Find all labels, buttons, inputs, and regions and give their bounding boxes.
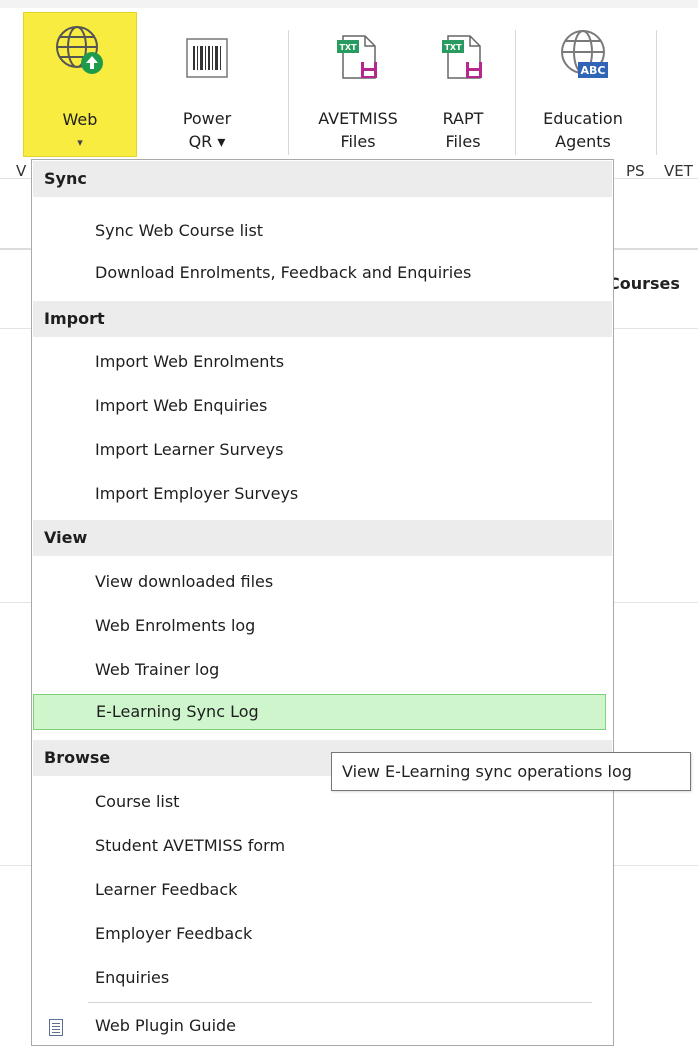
chevron-down-icon: ▾: [77, 136, 83, 149]
menu-section-view: View: [33, 520, 612, 556]
svg-text:TXT: TXT: [444, 43, 462, 52]
avetmiss-files-button[interactable]: TXT AVETMISS Files: [302, 12, 414, 157]
menu-item-learner-feedback[interactable]: Learner Feedback: [33, 872, 612, 908]
ribbon-separator: [288, 30, 289, 155]
web-dropdown-menu: Sync Sync Web Course list Download Enrol…: [31, 159, 614, 1046]
web-button-label: Web: [62, 110, 98, 129]
web-button[interactable]: Web ▾: [23, 12, 137, 157]
rapt-files-label-line1: RAPT: [442, 109, 484, 128]
menu-section-import: Import: [33, 301, 612, 337]
ribbon-top-strip: [0, 0, 698, 8]
txt-file-save-icon: TXT: [440, 34, 486, 88]
rapt-files-button[interactable]: TXT RAPT Files: [420, 12, 506, 157]
power-qr-button[interactable]: Power QR ▾: [158, 12, 256, 157]
menu-item-download-enrolments[interactable]: Download Enrolments, Feedback and Enquir…: [33, 255, 612, 291]
ribbon-separator: [515, 30, 516, 155]
education-agents-label-line2: Agents: [555, 132, 611, 151]
menu-item-e-learning-sync-log[interactable]: E-Learning Sync Log: [33, 694, 606, 730]
education-agents-label-line1: Education: [543, 109, 623, 128]
menu-item-employer-feedback[interactable]: Employer Feedback: [33, 916, 612, 952]
power-qr-label-line2: QR ▾: [188, 132, 226, 151]
courses-panel-header: Courses: [608, 274, 680, 293]
globe-upload-icon: [54, 23, 106, 85]
menu-item-import-web-enquiries[interactable]: Import Web Enquiries: [33, 388, 612, 424]
ribbon: Web ▾ Power QR ▾ TXT AVETMISS Files TXT …: [0, 0, 698, 180]
ribbon-separator: [656, 30, 657, 155]
menu-item-enquiries[interactable]: Enquiries: [33, 960, 612, 996]
menu-item-import-web-enrolments[interactable]: Import Web Enrolments: [33, 344, 612, 380]
avetmiss-files-label-line2: Files: [340, 132, 376, 151]
document-icon: [49, 1019, 63, 1036]
barcode-icon: [186, 38, 228, 84]
power-qr-label-line1: Power: [182, 109, 232, 128]
menu-item-web-plugin-guide-label: Web Plugin Guide: [95, 1016, 237, 1035]
svg-text:ABC: ABC: [581, 64, 606, 77]
menu-section-sync: Sync: [33, 161, 612, 197]
txt-file-save-icon: TXT: [335, 34, 381, 88]
menu-item-view-downloaded-files[interactable]: View downloaded files: [33, 564, 612, 600]
menu-item-web-trainer-log[interactable]: Web Trainer log: [33, 652, 612, 688]
svg-text:TXT: TXT: [339, 43, 357, 52]
globe-abc-icon: ABC: [556, 26, 610, 88]
tooltip: View E-Learning sync operations log: [331, 752, 691, 791]
education-agents-button[interactable]: ABC Education Agents: [528, 12, 638, 157]
menu-item-web-plugin-guide[interactable]: Web Plugin Guide: [33, 1008, 612, 1044]
rapt-files-label-line2: Files: [445, 132, 481, 151]
menu-item-import-learner-surveys[interactable]: Import Learner Surveys: [33, 432, 612, 468]
menu-item-import-employer-surveys[interactable]: Import Employer Surveys: [33, 476, 612, 512]
menu-item-student-avetmiss-form[interactable]: Student AVETMISS form: [33, 828, 612, 864]
menu-item-sync-web-course-list[interactable]: Sync Web Course list: [33, 213, 612, 249]
menu-divider: [88, 1002, 592, 1003]
menu-item-web-enrolments-log[interactable]: Web Enrolments log: [33, 608, 612, 644]
avetmiss-files-label-line1: AVETMISS: [318, 109, 398, 128]
